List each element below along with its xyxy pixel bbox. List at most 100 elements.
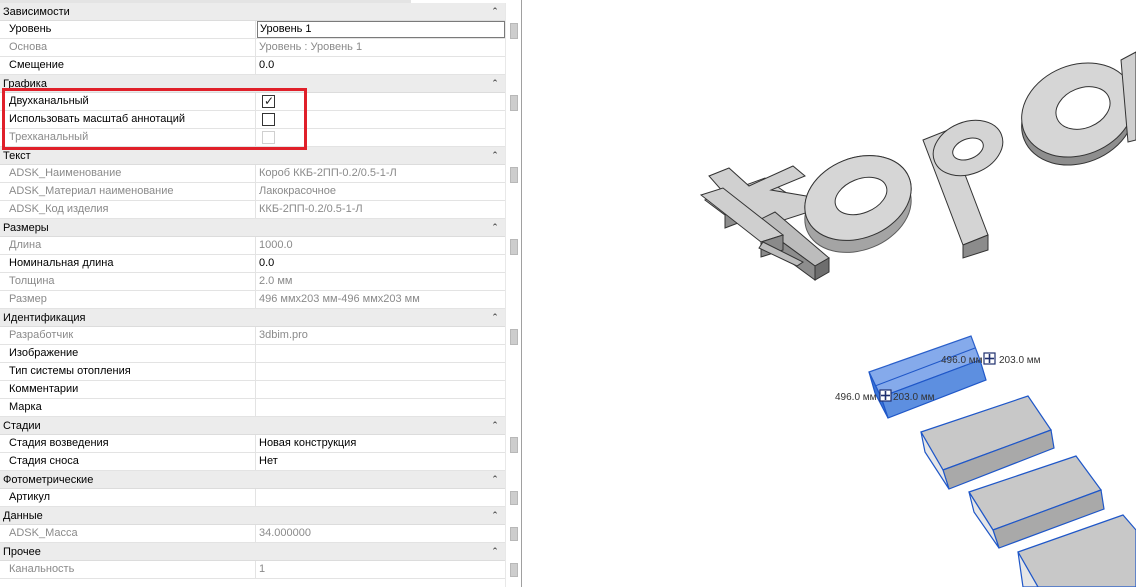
- collapse-chevron-icon[interactable]: ⌃: [489, 545, 501, 558]
- scrollbar-thumb[interactable]: [510, 167, 518, 183]
- group-title: Текст: [3, 149, 31, 162]
- property-row[interactable]: ADSK_Код изделия ККБ-2ПП-0.2/0.5-1-Л: [0, 201, 505, 219]
- collapse-chevron-icon[interactable]: ⌃: [489, 473, 501, 486]
- collapse-chevron-icon[interactable]: ⌃: [489, 77, 501, 90]
- property-name: Изображение: [0, 345, 256, 362]
- group-title: Прочее: [3, 545, 41, 558]
- group-header[interactable]: Фотометрические ⌃: [0, 471, 505, 489]
- property-value[interactable]: Нет: [256, 453, 505, 470]
- scrollbar-thumb[interactable]: [510, 527, 518, 541]
- property-value[interactable]: [256, 363, 505, 380]
- group-title: Зависимости: [3, 5, 70, 18]
- property-row[interactable]: Артикул: [0, 489, 505, 507]
- property-name: Уровень: [0, 21, 256, 38]
- property-value[interactable]: Новая конструкция: [256, 435, 505, 452]
- model-view[interactable]: 496.0 мм 203.0 мм 496.0 мм 203.0 мм: [523, 0, 1136, 587]
- property-value[interactable]: 0.0: [256, 255, 505, 272]
- properties-panel: Зависимости ⌃ Уровень Уровень 1 Основа Уровен…: [0, 0, 522, 587]
- property-value: 3dbim.pro: [259, 329, 308, 341]
- group-header[interactable]: Зависимости ⌃: [0, 3, 505, 21]
- property-value[interactable]: [256, 489, 505, 506]
- property-value[interactable]: [256, 345, 505, 362]
- group-header[interactable]: Стадии ⌃: [0, 417, 505, 435]
- property-row[interactable]: Марка: [0, 399, 505, 417]
- property-value-input[interactable]: Уровень 1: [257, 21, 505, 38]
- scrollbar-thumb[interactable]: [510, 23, 518, 39]
- dim-height-top[interactable]: 203.0 мм: [999, 355, 1041, 366]
- property-name: Основа: [0, 39, 256, 56]
- group-title: Размеры: [3, 221, 49, 234]
- property-value: 34.000000: [259, 527, 311, 539]
- property-name: Размер: [0, 291, 256, 308]
- collapse-chevron-icon[interactable]: ⌃: [489, 221, 501, 234]
- property-name: Разработчик: [0, 327, 256, 344]
- collapse-chevron-icon[interactable]: ⌃: [489, 5, 501, 18]
- property-row[interactable]: Длина 1000.0: [0, 237, 505, 255]
- resize-grip-top[interactable]: [983, 352, 996, 365]
- selected-duct-segment[interactable]: [868, 335, 987, 419]
- property-row[interactable]: Тип системы отопления: [0, 363, 505, 381]
- group-header[interactable]: Идентификация ⌃: [0, 309, 505, 327]
- scrollbar-thumb[interactable]: [510, 95, 518, 111]
- scrollbar-thumb[interactable]: [510, 437, 518, 453]
- property-value[interactable]: [256, 381, 505, 398]
- property-row[interactable]: Канальность 1: [0, 561, 505, 579]
- group-header[interactable]: Прочее ⌃: [0, 543, 505, 561]
- property-name: Длина: [0, 237, 256, 254]
- property-name: ADSK_Материал наименование: [0, 183, 256, 200]
- dim-width-top[interactable]: 496.0 мм: [941, 355, 983, 366]
- property-row[interactable]: Стадия сноса Нет: [0, 453, 505, 471]
- group-header[interactable]: Данные ⌃: [0, 507, 505, 525]
- property-name: ADSK_Код изделия: [0, 201, 256, 218]
- property-row[interactable]: Комментарии: [0, 381, 505, 399]
- property-name: Стадия возведения: [0, 435, 256, 452]
- property-row[interactable]: Толщина 2.0 мм: [0, 273, 505, 291]
- property-row[interactable]: Номинальная длина 0.0: [0, 255, 505, 273]
- property-row[interactable]: Размер 496 ммx203 мм-496 ммx203 мм: [0, 291, 505, 309]
- group-title: Идентификация: [3, 311, 86, 324]
- property-name: Артикул: [0, 489, 256, 506]
- group-title: Стадии: [3, 419, 41, 432]
- property-row[interactable]: Основа Уровень : Уровень 1: [0, 39, 505, 57]
- group-title: Фотометрические: [3, 473, 94, 486]
- property-row[interactable]: ADSK_Материал наименование Лакокрасочное: [0, 183, 505, 201]
- group-title: Данные: [3, 509, 43, 522]
- property-name: Марка: [0, 399, 256, 416]
- group-scrollbars: [505, 3, 521, 587]
- dim-height-bottom[interactable]: 203.0 мм: [893, 392, 935, 403]
- property-row[interactable]: Уровень Уровень 1: [0, 21, 505, 39]
- property-row[interactable]: Смещение 0.0: [0, 57, 505, 75]
- property-row[interactable]: Изображение: [0, 345, 505, 363]
- property-name: Комментарии: [0, 381, 256, 398]
- property-name: ADSK_Масса: [0, 525, 256, 542]
- scrollbar-thumb[interactable]: [510, 491, 518, 505]
- property-name: Номинальная длина: [0, 255, 256, 272]
- collapse-chevron-icon[interactable]: ⌃: [489, 149, 501, 162]
- 3d-viewport[interactable]: 496.0 мм 203.0 мм 496.0 мм 203.0 мм: [523, 0, 1136, 587]
- property-value[interactable]: [256, 399, 505, 416]
- annotation-highlight-box: [2, 88, 307, 150]
- scrollbar-thumb[interactable]: [510, 563, 518, 577]
- resize-grip-bottom[interactable]: [879, 389, 892, 402]
- property-name: Толщина: [0, 273, 256, 290]
- collapse-chevron-icon[interactable]: ⌃: [489, 311, 501, 324]
- collapse-chevron-icon[interactable]: ⌃: [489, 419, 501, 432]
- 3d-text-model[interactable]: [699, 47, 1136, 281]
- property-name: ADSK_Наименование: [0, 165, 256, 182]
- property-value: 1000.0: [259, 239, 293, 251]
- property-row[interactable]: ADSK_Масса 34.000000: [0, 525, 505, 543]
- property-name: Канальность: [0, 561, 256, 578]
- property-row[interactable]: Разработчик 3dbim.pro: [0, 327, 505, 345]
- property-value: Лакокрасочное: [259, 185, 336, 197]
- property-value: 1: [259, 563, 266, 575]
- property-row[interactable]: Стадия возведения Новая конструкция: [0, 435, 505, 453]
- dim-width-bottom[interactable]: 496.0 мм: [835, 392, 877, 403]
- scrollbar-thumb[interactable]: [510, 239, 518, 255]
- scrollbar-thumb[interactable]: [510, 329, 518, 345]
- property-value[interactable]: 0.0: [256, 57, 505, 74]
- collapse-chevron-icon[interactable]: ⌃: [489, 509, 501, 522]
- property-row[interactable]: ADSK_Наименование Короб ККБ-2ПП-0.2/0.5-1…: [0, 165, 505, 183]
- property-value: Уровень : Уровень 1: [259, 41, 363, 53]
- property-name: Тип системы отопления: [0, 363, 256, 380]
- group-header[interactable]: Размеры ⌃: [0, 219, 505, 237]
